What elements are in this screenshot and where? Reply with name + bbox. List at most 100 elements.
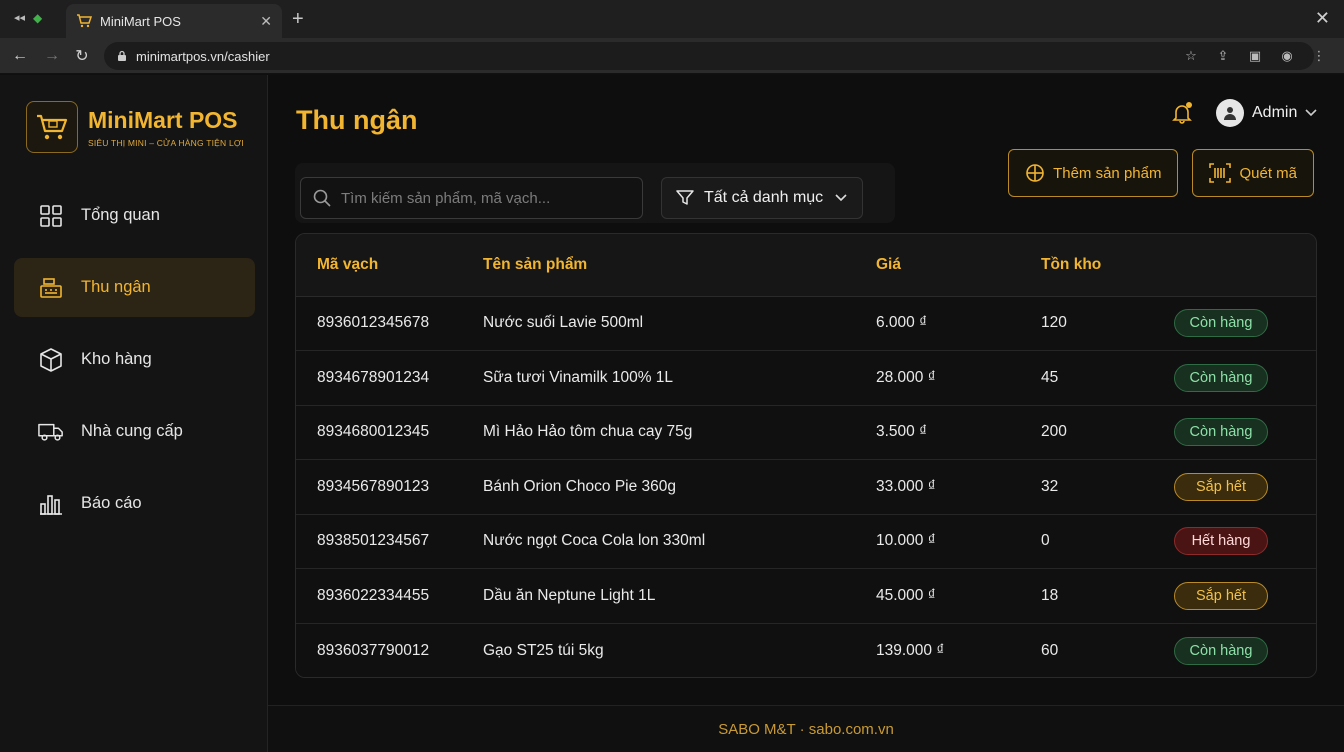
- browser-tab[interactable]: MiniMart POS ✕: [66, 4, 282, 38]
- table-row[interactable]: 8936012345678 Nước suối Lavie 500ml 6.00…: [296, 296, 1316, 351]
- cart-logo-icon: [26, 101, 78, 153]
- new-tab-icon[interactable]: +: [292, 8, 304, 31]
- lock-icon: [118, 50, 126, 61]
- table-row[interactable]: 8936037790012 Gạo ST25 túi 5kg 139.000 ₫…: [296, 623, 1316, 677]
- table-row[interactable]: 8936022334455 Dầu ăn Neptune Light 1L 45…: [296, 568, 1316, 624]
- browser-toolbar: ← → ↻ minimartpos.vn/cashier ☆ ⇪ ▣ ◉ ⋮: [0, 38, 1344, 74]
- category-select-value: Tất cả danh mục: [704, 189, 824, 206]
- cell-barcode: 8936012345678: [296, 296, 483, 351]
- cell-barcode: 8934680012345: [296, 405, 483, 460]
- reload-icon[interactable]: ↻: [72, 46, 92, 66]
- sidebar-item-label: Thu ngân: [81, 278, 151, 296]
- category-select[interactable]: Tất cả danh mục: [661, 177, 863, 219]
- share-icon[interactable]: ⇪: [1214, 47, 1232, 65]
- status-badge: Còn hàng: [1174, 363, 1268, 392]
- sidebar-item-suppliers[interactable]: Nhà cung cấp: [14, 402, 255, 461]
- column-header-stock[interactable]: Tồn kho: [1038, 234, 1174, 297]
- barcode-scan-icon: [1209, 163, 1232, 183]
- app-container: MiniMart POS SIÊU THỊ MINI – CỬA HÀNG TI…: [0, 75, 1344, 752]
- filter-funnel-icon: [676, 190, 694, 206]
- cell-name: Nước suối Lavie 500ml: [483, 296, 876, 351]
- add-product-button[interactable]: Thêm sản phẩm: [1008, 149, 1179, 197]
- cash-register-icon: [38, 275, 64, 301]
- tab-title: MiniMart POS: [100, 13, 181, 29]
- window-close-icon[interactable]: ✕: [1315, 8, 1330, 29]
- sidebar-item-warehouse[interactable]: Kho hàng: [14, 330, 255, 389]
- user-menu[interactable]: Admin: [1216, 99, 1317, 127]
- grid-icon: [38, 203, 64, 229]
- action-buttons: Thêm sản phẩm Quét mã: [1008, 149, 1314, 197]
- table-row[interactable]: 8934678901234 Sữa tươi Vinamilk 100% 1L …: [296, 350, 1316, 406]
- cell-price: 6.000 ₫: [876, 296, 1038, 351]
- footer-text[interactable]: SABO M&T · sabo.com.vn: [718, 721, 894, 738]
- cell-barcode: 8934678901234: [296, 350, 483, 406]
- column-header-barcode[interactable]: Mã vạch: [296, 234, 483, 297]
- chevron-down-icon: [1305, 109, 1317, 117]
- page-title: Thu ngân: [296, 105, 418, 135]
- column-header-name[interactable]: Tên sản phẩm: [483, 234, 876, 297]
- cell-price: 33.000 ₫: [876, 459, 1038, 515]
- cell-name: Dầu ăn Neptune Light 1L: [483, 568, 876, 624]
- add-product-icon: [1025, 163, 1045, 183]
- product-table: Mã vạch Tên sản phẩm Giá Tồn kho 8936012…: [295, 233, 1317, 678]
- box-icon: [38, 347, 64, 373]
- table-row[interactable]: 8938501234567 Nước ngọt Coca Cola lon 33…: [296, 514, 1316, 569]
- cell-price: 10.000 ₫: [876, 514, 1038, 569]
- cell-name: Mì Hảo Hảo tôm chua cay 75g: [483, 405, 876, 460]
- notification-dot: [1186, 102, 1192, 108]
- avatar: [1216, 99, 1244, 127]
- scan-code-label: Quét mã: [1239, 164, 1297, 182]
- cell-name: Gạo ST25 túi 5kg: [483, 623, 876, 677]
- forward-arrow-icon[interactable]: →: [42, 46, 62, 66]
- sidebar-item-label: Kho hàng: [81, 350, 152, 368]
- user-name: Admin: [1252, 104, 1298, 121]
- filter-bar: Tất cả danh mục: [295, 163, 895, 223]
- search-input[interactable]: [341, 189, 631, 207]
- menu-dots-icon[interactable]: ⋮: [1310, 47, 1328, 65]
- tab-close-icon[interactable]: ✕: [260, 13, 272, 30]
- cell-name: Nước ngọt Coca Cola lon 330ml: [483, 514, 876, 569]
- footer: SABO M&T · sabo.com.vn: [268, 705, 1344, 752]
- sidebar-item-cashier[interactable]: Thu ngân: [14, 258, 255, 317]
- cell-price: 28.000 ₫: [876, 350, 1038, 406]
- brand-tagline: SIÊU THỊ MINI – CỬA HÀNG TIỆN LỢI: [88, 137, 244, 148]
- browser-tab-bar: ◂◂ ◆ MiniMart POS ✕ + ✕: [0, 0, 1344, 38]
- cart-favicon-icon: [77, 14, 92, 28]
- search-field[interactable]: [300, 177, 643, 219]
- url-text: minimartpos.vn/cashier: [136, 48, 270, 64]
- cell-barcode: 8934567890123: [296, 459, 483, 515]
- cell-price: 139.000 ₫: [876, 623, 1038, 677]
- extension-icon[interactable]: ◆: [33, 11, 42, 25]
- table-row[interactable]: 8934567890123 Bánh Orion Choco Pie 360g …: [296, 459, 1316, 515]
- back-arrow-icon[interactable]: ←: [10, 46, 30, 66]
- sidebar-item-reports[interactable]: Báo cáo: [14, 474, 255, 533]
- sidebar-item-overview[interactable]: Tổng quan: [14, 186, 255, 245]
- address-bar[interactable]: minimartpos.vn/cashier: [104, 42, 1314, 70]
- status-badge: Còn hàng: [1174, 309, 1268, 338]
- bookmark-star-icon[interactable]: ☆: [1182, 47, 1200, 65]
- extension-puzzle-icon[interactable]: ▣: [1246, 47, 1264, 65]
- scan-code-button[interactable]: Quét mã: [1192, 149, 1314, 197]
- column-header-price[interactable]: Giá: [876, 234, 1038, 297]
- brand-name: MiniMart POS: [88, 106, 238, 133]
- cell-barcode: 8936037790012: [296, 623, 483, 677]
- cell-stock: 0: [1038, 514, 1174, 569]
- chevron-down-icon: [835, 194, 847, 202]
- cell-name: Sữa tươi Vinamilk 100% 1L: [483, 350, 876, 406]
- back-history-icon[interactable]: ◂◂: [14, 11, 25, 25]
- sidebar-item-label: Nhà cung cấp: [81, 422, 183, 440]
- bar-chart-icon: [38, 491, 64, 517]
- cell-stock: 32: [1038, 459, 1174, 515]
- profile-icon[interactable]: ◉: [1278, 47, 1296, 65]
- add-product-label: Thêm sản phẩm: [1053, 164, 1162, 182]
- status-badge: Sắp hết: [1174, 472, 1268, 501]
- table-header-row: Mã vạch Tên sản phẩm Giá Tồn kho: [296, 234, 1316, 297]
- sidebar: MiniMart POS SIÊU THỊ MINI – CỬA HÀNG TI…: [0, 75, 268, 752]
- status-badge: Còn hàng: [1174, 418, 1268, 447]
- main-content: Thu ngân Admin Thêm sản phẩm Quét mã Tìm…: [268, 75, 1344, 752]
- table-row[interactable]: 8934680012345 Mì Hảo Hảo tôm chua cay 75…: [296, 405, 1316, 460]
- notification-bell-icon[interactable]: [1171, 102, 1193, 124]
- cell-stock: 200: [1038, 405, 1174, 460]
- brand[interactable]: MiniMart POS SIÊU THỊ MINI – CỬA HÀNG TI…: [26, 101, 244, 153]
- status-badge: Hết hàng: [1174, 527, 1268, 556]
